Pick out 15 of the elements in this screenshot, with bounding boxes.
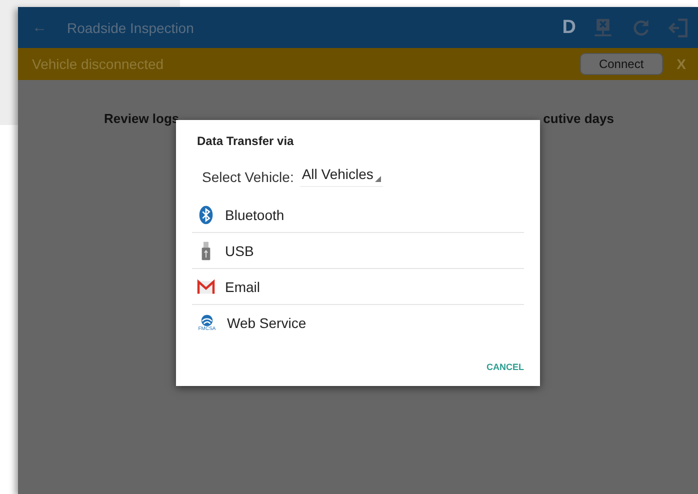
dropdown-arrow-icon [375, 176, 382, 182]
transfer-option[interactable]: Bluetooth [192, 197, 524, 233]
logout-icon[interactable] [668, 16, 690, 38]
transfer-option[interactable]: USB [192, 233, 524, 269]
banner-message: Vehicle disconnected [32, 56, 164, 72]
bluetooth-icon [197, 204, 215, 224]
review-text: cutive days [543, 111, 614, 126]
screen-title: Roadside Inspection [67, 20, 194, 36]
vehicle-dropdown[interactable]: All Vehicles [300, 166, 384, 187]
envelope-m-icon [197, 276, 215, 296]
driver-status-button[interactable]: D [562, 16, 576, 38]
select-label: Select Vehicle: [202, 168, 294, 184]
transfer-option[interactable]: Email [192, 269, 524, 305]
dialog-title: Data Transfer via [197, 134, 295, 148]
disconnected-device-icon[interactable] [592, 16, 614, 38]
